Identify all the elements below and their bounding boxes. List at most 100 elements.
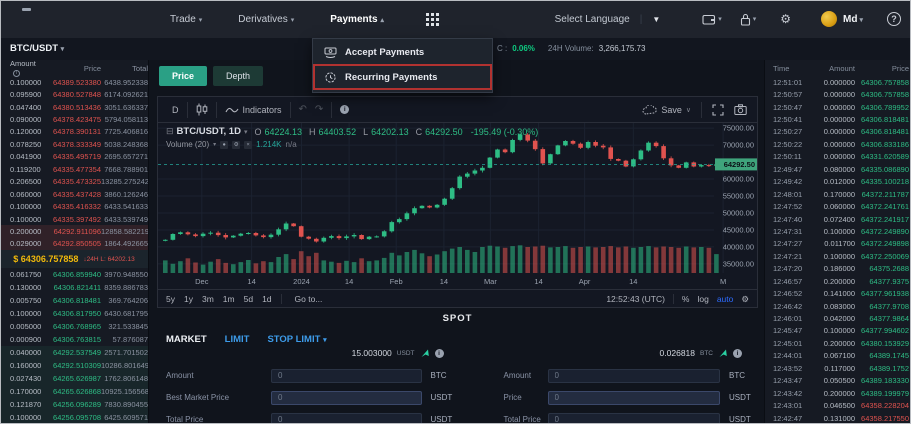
- buy-order-row[interactable]: 0.027430 64265.626987 1762.806148: [0, 372, 148, 385]
- buy-order-row[interactable]: 0.061750 64306.859940 3970.948550: [0, 268, 148, 281]
- time-cell: 12:47:27: [765, 239, 809, 248]
- menu-item-recurring-payments[interactable]: Recurring Payments: [313, 64, 492, 90]
- candle-style-button[interactable]: [196, 103, 208, 116]
- gear-icon[interactable]: ⚙: [232, 141, 240, 149]
- buy-order-row[interactable]: 0.000900 64306.763815 57.876087: [0, 333, 148, 346]
- price-cell: 64377.961938: [855, 289, 911, 298]
- tab-price[interactable]: Price: [159, 66, 207, 86]
- sell-order-row[interactable]: 0.047400 64380.513436 3051.636337: [0, 101, 148, 113]
- range-5d[interactable]: 5d: [244, 294, 253, 304]
- sell-total-input[interactable]: [548, 413, 721, 424]
- amount-cell: 0.100000: [0, 413, 42, 422]
- buy-order-row[interactable]: 0.040000 64292.537549 2571.701502: [0, 346, 148, 359]
- eye-icon[interactable]: ●: [220, 141, 228, 149]
- tab-stop-limit[interactable]: STOP LIMIT ▾: [267, 334, 326, 345]
- fullscreen-button[interactable]: [712, 104, 724, 116]
- user-menu[interactable]: Md▾: [843, 14, 863, 25]
- undo-button[interactable]: ↶: [299, 104, 307, 115]
- apps-grid-icon[interactable]: [426, 13, 439, 26]
- balance-value: 0.026818: [660, 348, 695, 358]
- settings-button[interactable]: ⚙: [780, 12, 791, 26]
- trade-row: 12:43:01 0.046500 64358.228204: [765, 399, 911, 411]
- gear-icon[interactable]: ⚙: [741, 294, 749, 305]
- chart-info-icon[interactable]: i: [340, 105, 349, 114]
- range-3m[interactable]: 3m: [202, 294, 214, 304]
- high-value: 64403.52: [319, 127, 357, 137]
- sell-order-row[interactable]: 0.095900 64380.527848 6174.092621: [0, 88, 148, 100]
- menu-item-accept-payments[interactable]: Accept Payments: [313, 41, 492, 64]
- close-icon[interactable]: ×: [244, 141, 252, 149]
- nav-trade[interactable]: Trade▾: [170, 14, 202, 25]
- buy-order-row[interactable]: 0.160000 64292.510309 10286.801649: [0, 359, 148, 372]
- info-icon[interactable]: i: [435, 349, 444, 358]
- trade-row: 12:47:27 0.011700 64372.249898: [765, 238, 911, 250]
- range-1m[interactable]: 1m: [223, 294, 235, 304]
- user-avatar[interactable]: [821, 11, 837, 27]
- trade-row: 12:47:20 0.186000 64375.2688: [765, 263, 911, 275]
- sell-order-row[interactable]: 0.078250 64378.333349 5038.248368: [0, 138, 148, 150]
- sell-order-row[interactable]: 0.090000 64378.423475 5794.058113: [0, 113, 148, 125]
- symbol-label[interactable]: BTC/USDT, 1D: [177, 126, 241, 137]
- buy-total-input[interactable]: [271, 413, 422, 424]
- info-icon[interactable]: i: [13, 70, 20, 77]
- percent-scale-button[interactable]: %: [682, 294, 690, 304]
- app-logo[interactable]: [22, 8, 31, 11]
- sell-price-input[interactable]: [548, 391, 721, 405]
- sell-order-row[interactable]: 0.200000 64292.911096 12858.582219: [0, 225, 148, 237]
- buy-order-row[interactable]: 0.130000 64306.821411 8359.886783: [0, 281, 148, 294]
- volume-value: 3,266,175.73: [599, 44, 646, 53]
- sell-order-row[interactable]: 0.206500 64335.473325 13285.275242: [0, 176, 148, 188]
- nav-derivatives[interactable]: Derivatives▾: [238, 14, 294, 25]
- buy-order-row[interactable]: 0.005000 64306.768965 321.533845: [0, 320, 148, 333]
- screenshot-button[interactable]: [734, 104, 747, 115]
- save-layout-button[interactable]: Save ∨: [642, 105, 691, 115]
- buy-best-price-input[interactable]: [271, 391, 422, 405]
- buy-order-row[interactable]: 0.121870 64256.096289 7830.890455: [0, 398, 148, 411]
- tab-market[interactable]: MARKET: [166, 334, 207, 345]
- buy-order-row[interactable]: 0.100000 64256.095708 6425.609571: [0, 411, 148, 424]
- collapse-icon[interactable]: ⊟: [166, 126, 174, 137]
- indicators-button[interactable]: Indicators: [225, 105, 282, 115]
- pointer-icon[interactable]: [718, 348, 728, 358]
- nav-payments[interactable]: Payments▴: [330, 14, 384, 25]
- pair-selector[interactable]: BTC/USDT ▾: [10, 43, 64, 54]
- select-language[interactable]: Select Language | ▼: [555, 14, 661, 25]
- redo-button[interactable]: ↷: [315, 104, 323, 115]
- tab-depth[interactable]: Depth: [213, 66, 263, 86]
- info-icon[interactable]: i: [733, 349, 742, 358]
- chart-body: ⊟ BTC/USDT, 1D ▾ O64224.13 H64403.52 L64…: [158, 123, 757, 289]
- sell-order-row[interactable]: 0.120000 64378.390131 7725.406816: [0, 126, 148, 138]
- buy-amount-input[interactable]: [271, 369, 422, 383]
- buy-order-row[interactable]: 0.170000 64265.626868 10925.156568: [0, 385, 148, 398]
- buy-order-row[interactable]: 0.100000 64306.817950 6430.681795: [0, 307, 148, 320]
- sell-order-row[interactable]: 0.100000 64335.416332 6433.541633: [0, 200, 148, 212]
- sell-order-row[interactable]: 0.060000 64335.437428 3860.126246: [0, 188, 148, 200]
- time-cell: 12:49:47: [765, 165, 809, 174]
- sell-order-row[interactable]: 0.100000 64389.523380 6438.952338: [0, 76, 148, 88]
- sell-order-row[interactable]: 0.119200 64335.477354 7668.788901: [0, 163, 148, 175]
- sell-amount-input[interactable]: [548, 369, 721, 383]
- goto-button[interactable]: Go to...: [295, 294, 323, 304]
- range-1d[interactable]: 1d: [262, 294, 271, 304]
- nav-payments-label: Payments: [330, 14, 377, 25]
- last-price-bar[interactable]: $ 64306.757858 ↓24H L: 64202.13: [0, 250, 148, 268]
- range-1y[interactable]: 1y: [184, 294, 193, 304]
- pointer-icon[interactable]: [420, 348, 430, 358]
- interval-button[interactable]: D: [172, 105, 179, 115]
- security-menu[interactable]: ▾: [740, 13, 757, 26]
- range-5y[interactable]: 5y: [166, 294, 175, 304]
- sell-order-row[interactable]: 0.029000 64292.850505 1864.492665: [0, 238, 148, 250]
- sell-order-row[interactable]: 0.041900 64335.495719 2695.657271: [0, 151, 148, 163]
- volume-legend-label[interactable]: Volume (20): [166, 140, 209, 149]
- auto-scale-button[interactable]: auto: [717, 294, 734, 304]
- buy-balance: 15.003000 USDT i: [159, 345, 458, 361]
- help-icon[interactable]: ?: [887, 12, 901, 26]
- clock-utc[interactable]: 12:52:43 (UTC): [606, 294, 665, 304]
- tab-limit[interactable]: LIMIT: [225, 334, 250, 345]
- log-scale-button[interactable]: log: [697, 294, 708, 304]
- wallet-menu[interactable]: ▾: [702, 13, 722, 25]
- chevron-down-icon[interactable]: ▾: [244, 128, 248, 136]
- buy-order-row[interactable]: 0.005750 64306.818481 369.764206: [0, 294, 148, 307]
- sell-order-row[interactable]: 0.100000 64335.397492 6433.539749: [0, 213, 148, 225]
- chevron-down-icon[interactable]: ▾: [213, 141, 216, 148]
